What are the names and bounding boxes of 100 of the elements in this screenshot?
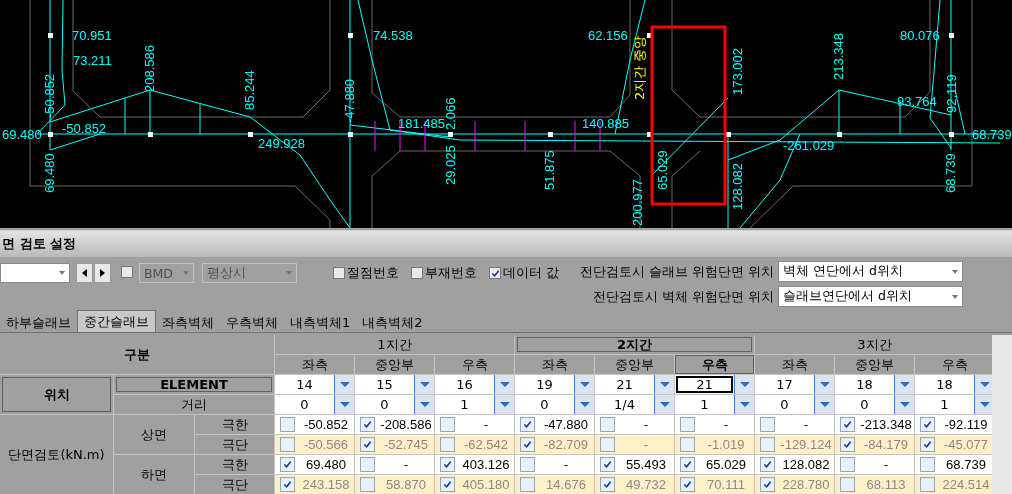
checkbox[interactable]: [600, 477, 615, 492]
checkbox[interactable]: [680, 457, 695, 472]
span-header[interactable]: 2지간: [515, 335, 754, 354]
checkbox[interactable]: [920, 477, 935, 492]
dropdown-button[interactable]: [654, 395, 674, 414]
tab[interactable]: 좌측벽체: [156, 312, 220, 332]
element-dropdown[interactable]: 19: [515, 375, 594, 394]
tab[interactable]: 내측벽체1: [284, 312, 357, 332]
section-position-combo[interactable]: 슬래브연단에서 d위치: [778, 286, 963, 307]
tab[interactable]: 내측벽체2: [356, 312, 429, 332]
dropdown-button[interactable]: [574, 375, 594, 394]
dropdown-button[interactable]: [334, 375, 354, 394]
checkbox[interactable]: [920, 437, 935, 452]
checkbox[interactable]: [121, 265, 133, 278]
distance-dropdown[interactable]: 0: [755, 395, 834, 414]
checkbox[interactable]: [411, 267, 423, 279]
next-button[interactable]: [94, 263, 111, 283]
element-dropdown[interactable]: 17: [755, 375, 834, 394]
distance-dropdown[interactable]: 1: [915, 395, 994, 414]
dropdown-button[interactable]: [734, 395, 754, 414]
section-position-combo[interactable]: 벽체 연단에서 d위치: [778, 261, 963, 282]
span-header[interactable]: 3지간: [755, 335, 994, 354]
checkbox[interactable]: [840, 477, 855, 492]
span-header[interactable]: 1지간: [275, 335, 514, 354]
checkbox[interactable]: [280, 477, 295, 492]
column-header[interactable]: 우측: [435, 355, 514, 374]
checkbox[interactable]: [760, 417, 775, 432]
checkbox[interactable]: [520, 457, 535, 472]
scroll-bar[interactable]: [992, 335, 1012, 494]
distance-dropdown[interactable]: 0: [515, 395, 594, 414]
dropdown-button[interactable]: [734, 375, 754, 394]
dropdown-button[interactable]: [654, 375, 674, 394]
checkbox[interactable]: [440, 437, 455, 452]
checkbox[interactable]: [680, 437, 695, 452]
tab[interactable]: 우측벽체: [220, 312, 284, 332]
element-dropdown[interactable]: 14: [275, 375, 354, 394]
dropdown-button[interactable]: [414, 395, 434, 414]
tab[interactable]: 중간슬래브: [77, 310, 156, 332]
checkbox[interactable]: [440, 457, 455, 472]
checkbox[interactable]: [600, 417, 615, 432]
element-dropdown[interactable]: 18: [915, 375, 994, 394]
member-combo[interactable]: [0, 263, 70, 283]
dropdown-button[interactable]: [814, 375, 834, 394]
checkbox[interactable]: [520, 437, 535, 452]
dropdown-button[interactable]: [494, 375, 514, 394]
element-dropdown[interactable]: 16: [435, 375, 514, 394]
dropdown-button[interactable]: [894, 375, 914, 394]
dropdown-button[interactable]: [494, 395, 514, 414]
checkbox[interactable]: [520, 477, 535, 492]
checkbox[interactable]: [680, 477, 695, 492]
column-header[interactable]: 중앙부: [835, 355, 914, 374]
checkbox[interactable]: [489, 267, 501, 279]
distance-dropdown[interactable]: 1/4: [595, 395, 674, 414]
element-dropdown[interactable]: 21: [675, 375, 754, 394]
column-header[interactable]: 중앙부: [355, 355, 434, 374]
checkbox[interactable]: [440, 417, 455, 432]
element-dropdown[interactable]: 15: [355, 375, 434, 394]
distance-dropdown[interactable]: 0: [835, 395, 914, 414]
distance-dropdown[interactable]: 0: [355, 395, 434, 414]
checkbox[interactable]: [360, 457, 375, 472]
checkbox[interactable]: [920, 417, 935, 432]
dropdown-button[interactable]: [414, 375, 434, 394]
node-point: [48, 33, 53, 38]
checkbox[interactable]: [760, 457, 775, 472]
checkbox[interactable]: [360, 417, 375, 432]
tab[interactable]: 하부슬래브: [0, 312, 77, 332]
checkbox[interactable]: [280, 417, 295, 432]
element-dropdown[interactable]: 21: [595, 375, 674, 394]
checkbox[interactable]: [600, 457, 615, 472]
checkbox[interactable]: [280, 437, 295, 452]
dropdown-button[interactable]: [894, 395, 914, 414]
checkbox[interactable]: [360, 437, 375, 452]
dropdown-button[interactable]: [814, 395, 834, 414]
checkbox[interactable]: [600, 437, 615, 452]
checkbox[interactable]: [360, 477, 375, 492]
checkbox[interactable]: [840, 437, 855, 452]
column-header[interactable]: 우측: [675, 355, 754, 374]
column-header[interactable]: 중앙부: [595, 355, 674, 374]
dropdown-button[interactable]: [574, 395, 594, 414]
dropdown-button[interactable]: [334, 395, 354, 414]
previous-button[interactable]: [76, 263, 93, 283]
checkbox[interactable]: [920, 457, 935, 472]
checkbox[interactable]: [760, 477, 775, 492]
element-dropdown[interactable]: 18: [835, 375, 914, 394]
distance-dropdown[interactable]: 0: [275, 395, 354, 414]
option-label: 절점번호: [347, 264, 399, 282]
checkbox[interactable]: [440, 477, 455, 492]
checkbox[interactable]: [840, 417, 855, 432]
column-header[interactable]: 우측: [915, 355, 994, 374]
checkbox[interactable]: [680, 417, 695, 432]
distance-dropdown[interactable]: 1: [675, 395, 754, 414]
checkbox[interactable]: [520, 417, 535, 432]
column-header[interactable]: 좌측: [755, 355, 834, 374]
checkbox[interactable]: [760, 437, 775, 452]
column-header[interactable]: 좌측: [275, 355, 354, 374]
distance-dropdown[interactable]: 1: [435, 395, 514, 414]
column-header[interactable]: 좌측: [515, 355, 594, 374]
checkbox[interactable]: [840, 457, 855, 472]
checkbox[interactable]: [333, 267, 345, 279]
checkbox[interactable]: [280, 457, 295, 472]
